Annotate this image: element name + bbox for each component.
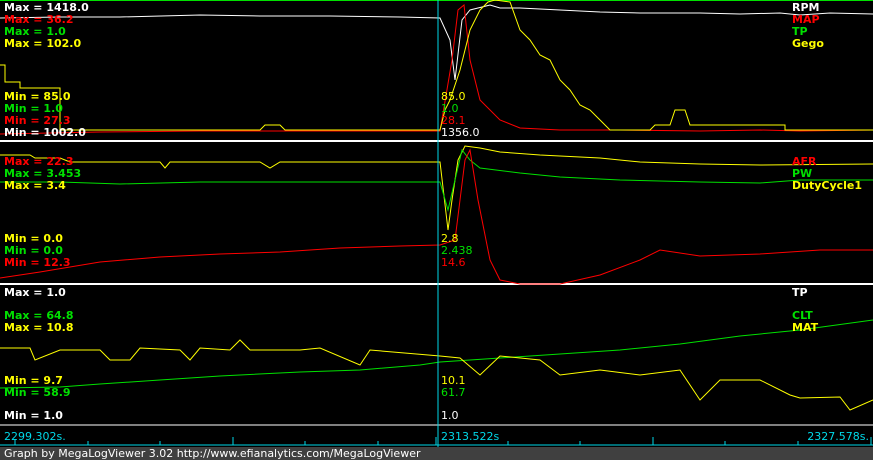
dutycycle-max: Max = 3.4: [4, 179, 66, 192]
clt-trace: [0, 319, 873, 389]
legend-gego: Gego: [792, 37, 824, 50]
cursor-tp2: 1.0: [441, 409, 459, 422]
legend-tp2: TP: [792, 286, 808, 299]
footer-credit: Graph by MegaLogViewer 3.02 http://www.e…: [0, 447, 873, 460]
time-start: 2299.302s.: [4, 430, 66, 443]
cursor-afr: 14.6: [441, 256, 466, 269]
tp2-max: Max = 1.0: [4, 286, 66, 299]
mat-max: Max = 10.8: [4, 321, 74, 334]
mat-trace: [0, 339, 873, 411]
time-end: 2327.578s.: [807, 430, 869, 443]
cursor-clt: 61.7: [441, 386, 466, 399]
graph-canvas[interactable]: [0, 0, 873, 447]
gego-trace: [0, 0, 873, 131]
pw-trace: [0, 148, 873, 212]
map-trace: [0, 4, 873, 135]
legend-mat: MAT: [792, 321, 819, 334]
cursor-rpm: 1356.0: [441, 126, 480, 139]
afr-trace: [0, 148, 873, 285]
afr-min: Min = 12.3: [4, 256, 71, 269]
gego-max: Max = 102.0: [4, 37, 82, 50]
tp2-min: Min = 1.0: [4, 409, 63, 422]
rpm-trace: [0, 4, 873, 81]
dutycycle-trace: [0, 145, 873, 231]
rpm-min: Min = 1002.0: [4, 126, 86, 139]
time-cursor: 2313.522s: [441, 430, 500, 443]
clt-min: Min = 58.9: [4, 386, 71, 399]
legend-dutycycle: DutyCycle1: [792, 179, 863, 192]
